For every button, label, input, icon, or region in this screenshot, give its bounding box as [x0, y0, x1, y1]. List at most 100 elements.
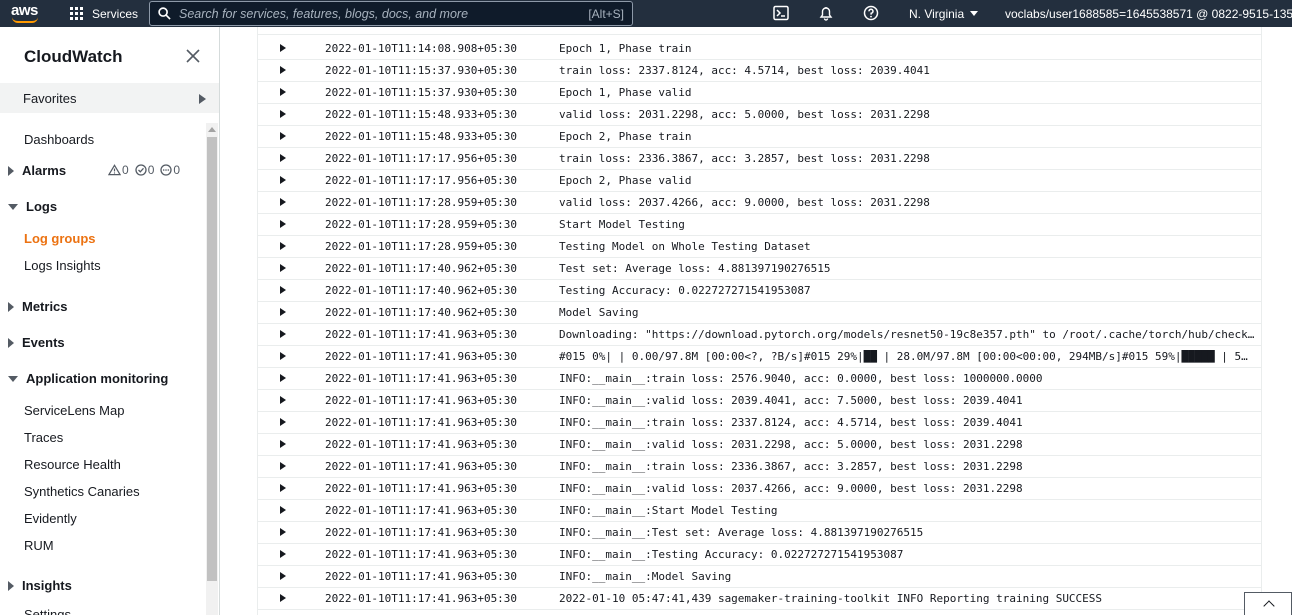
search-input[interactable]: Search for services, features, blogs, do… — [149, 1, 633, 26]
sidebar-item-dashboards[interactable]: Dashboards — [24, 132, 94, 147]
region-selector[interactable]: N. Virginia — [909, 0, 979, 27]
expand-row-icon[interactable] — [280, 462, 286, 470]
sidebar-item-insights[interactable]: Insights — [8, 578, 72, 593]
expand-row-icon[interactable] — [280, 418, 286, 426]
table-row[interactable]: 2022-01-10T11:17:28.959+05:30 Start Model… — [258, 214, 1261, 236]
table-row[interactable]: 2022-01-10T11:17:41.963+05:30 INFO:__main… — [258, 368, 1261, 390]
sidebar-item-metrics[interactable]: Metrics — [8, 299, 68, 314]
chevron-up-icon — [1263, 600, 1275, 612]
aws-logo[interactable]: aws — [8, 2, 44, 26]
log-message: Downloading: "https://download.pytorch.o… — [559, 328, 1259, 341]
log-timestamp: 2022-01-10T11:17:41.963+05:30 — [325, 526, 518, 539]
table-row[interactable]: 2022-01-10T11:17:41.963+05:30 Downloading… — [258, 324, 1261, 346]
expand-row-icon[interactable] — [280, 88, 286, 96]
table-row[interactable]: 2022-01-10T11:17:41.963+05:30 INFO:__main… — [258, 500, 1261, 522]
expand-row-icon[interactable] — [280, 44, 286, 52]
cloudshell-icon[interactable] — [773, 5, 789, 21]
table-row[interactable]: 2022-01-10T11:15:48.933+05:30 Epoch 2, Ph… — [258, 126, 1261, 148]
main-content: 2022-01-10T11:14:08.908+05:30 Epoch 1, Ph… — [221, 27, 1292, 615]
table-row[interactable]: 2022-01-10T11:15:37.930+05:30 Epoch 1, Ph… — [258, 82, 1261, 104]
table-row[interactable]: 2022-01-10T11:17:28.959+05:30 Testing Mod… — [258, 236, 1261, 258]
caret-down-icon — [8, 375, 18, 382]
alarm-count[interactable]: 0 — [108, 163, 129, 177]
table-row[interactable]: 2022-01-10T11:17:17.956+05:30 Epoch 2, Ph… — [258, 170, 1261, 192]
search-placeholder: Search for services, features, blogs, do… — [179, 6, 469, 21]
log-timestamp: 2022-01-10T11:17:41.963+05:30 — [325, 328, 518, 341]
table-row[interactable]: 2022-01-10T11:17:40.962+05:30 Model Savin… — [258, 302, 1261, 324]
table-row[interactable]: 2022-01-10T11:17:40.962+05:30 Testing Acc… — [258, 280, 1261, 302]
expand-row-icon[interactable] — [280, 66, 286, 74]
table-row[interactable]: 2022-01-10T11:17:17.956+05:30 train loss:… — [258, 148, 1261, 170]
sidebar-item-events[interactable]: Events — [8, 335, 65, 350]
expand-row-icon[interactable] — [280, 132, 286, 140]
table-row[interactable]: 2022-01-10T11:17:41.963+05:30 INFO:__main… — [258, 390, 1261, 412]
table-row[interactable]: 2022-01-10T11:17:41.963+05:30 INFO:__main… — [258, 522, 1261, 544]
scroll-to-top-button[interactable] — [1244, 592, 1292, 615]
top-navigation: aws Services Search for services, featur… — [0, 0, 1292, 27]
table-row[interactable]: 2022-01-10T11:17:41.963+05:30 INFO:__main… — [258, 456, 1261, 478]
table-row[interactable]: 2022-01-10T11:17:41.963+05:30 INFO:__main… — [258, 434, 1261, 456]
expand-row-icon[interactable] — [280, 484, 286, 492]
table-row[interactable]: 2022-01-10T11:17:41.963+05:30 2022-01-10 … — [258, 588, 1261, 610]
log-message: INFO:__main__:train loss: 2336.3867, acc… — [559, 460, 1023, 473]
table-row[interactable]: 2022-01-10T11:14:08.908+05:30 Epoch 1, Ph… — [258, 38, 1261, 60]
services-menu-button[interactable]: Services — [70, 0, 138, 27]
expand-row-icon[interactable] — [280, 330, 286, 338]
sidebar-item-resource-health[interactable]: Resource Health — [24, 457, 121, 472]
expand-row-icon[interactable] — [280, 528, 286, 536]
table-row[interactable]: 2022-01-10T11:17:41.963+05:30 #015 0%| | … — [258, 346, 1261, 368]
log-timestamp: 2022-01-10T11:17:41.963+05:30 — [325, 592, 518, 605]
table-row[interactable]: 2022-01-10T11:17:41.963+05:30 INFO:__main… — [258, 544, 1261, 566]
favorites-section[interactable]: Favorites — [0, 83, 219, 113]
expand-row-icon[interactable] — [280, 264, 286, 272]
log-message: Testing Accuracy: 0.022727271541953087 — [559, 284, 811, 297]
close-icon[interactable] — [185, 48, 201, 64]
sidebar-item-servicelens[interactable]: ServiceLens Map — [24, 403, 124, 418]
log-message: valid loss: 2037.4266, acc: 9.0000, best… — [559, 196, 930, 209]
expand-row-icon[interactable] — [280, 220, 286, 228]
caret-right-icon — [8, 165, 14, 176]
table-row[interactable]: 2022-01-10T11:15:48.933+05:30 valid loss:… — [258, 104, 1261, 126]
table-row[interactable]: 2022-01-10T11:17:28.959+05:30 valid loss:… — [258, 192, 1261, 214]
expand-row-icon[interactable] — [280, 110, 286, 118]
sidebar-item-traces[interactable]: Traces — [24, 430, 63, 445]
expand-row-icon[interactable] — [280, 396, 286, 404]
sidebar-item-log-groups[interactable]: Log groups — [24, 231, 96, 246]
ok-count[interactable]: 0 — [135, 163, 154, 177]
table-row[interactable]: 2022-01-10T11:17:40.962+05:30 Test set: A… — [258, 258, 1261, 280]
log-message: INFO:__main__:valid loss: 2031.2298, acc… — [559, 438, 1023, 451]
help-icon[interactable] — [863, 5, 879, 21]
expand-row-icon[interactable] — [280, 594, 286, 602]
expand-row-icon[interactable] — [280, 352, 286, 360]
scrollbar-thumb[interactable] — [207, 137, 217, 581]
expand-row-icon[interactable] — [280, 198, 286, 206]
sidebar-item-alarms[interactable]: Alarms — [8, 163, 66, 178]
sidebar-item-synthetics[interactable]: Synthetics Canaries — [24, 484, 140, 499]
table-row[interactable]: 2022-01-10T11:17:41.963+05:30 INFO:__main… — [258, 478, 1261, 500]
expand-row-icon[interactable] — [280, 440, 286, 448]
table-row[interactable]: 2022-01-10T11:15:37.930+05:30 train loss:… — [258, 60, 1261, 82]
expand-row-icon[interactable] — [280, 572, 286, 580]
sidebar-item-label: Alarms — [22, 163, 67, 178]
expand-row-icon[interactable] — [280, 308, 286, 316]
sidebar-item-application-monitoring[interactable]: Application monitoring — [8, 371, 168, 386]
expand-row-icon[interactable] — [280, 550, 286, 558]
log-message: INFO:__main__:Start Model Testing — [559, 504, 778, 517]
expand-row-icon[interactable] — [280, 506, 286, 514]
bell-icon[interactable] — [818, 5, 834, 21]
expand-row-icon[interactable] — [280, 242, 286, 250]
account-menu[interactable]: voclabs/user1688585=1645538571 @ 0822-95… — [1005, 0, 1292, 27]
insufficient-count[interactable]: 0 — [160, 163, 180, 177]
table-row[interactable]: 2022-01-10T11:17:41.963+05:30 INFO:__main… — [258, 412, 1261, 434]
sidebar-item-logs-insights[interactable]: Logs Insights — [24, 258, 101, 273]
sidebar-item-logs[interactable]: Logs — [8, 199, 57, 214]
expand-row-icon[interactable] — [280, 154, 286, 162]
sidebar-scrollbar[interactable] — [206, 123, 218, 615]
sidebar-item-rum[interactable]: RUM — [24, 538, 54, 553]
sidebar-item-settings[interactable]: Settings — [24, 607, 71, 615]
table-row[interactable]: 2022-01-10T11:17:41.963+05:30 INFO:__main… — [258, 566, 1261, 588]
expand-row-icon[interactable] — [280, 286, 286, 294]
expand-row-icon[interactable] — [280, 374, 286, 382]
sidebar-item-evidently[interactable]: Evidently — [24, 511, 77, 526]
expand-row-icon[interactable] — [280, 176, 286, 184]
